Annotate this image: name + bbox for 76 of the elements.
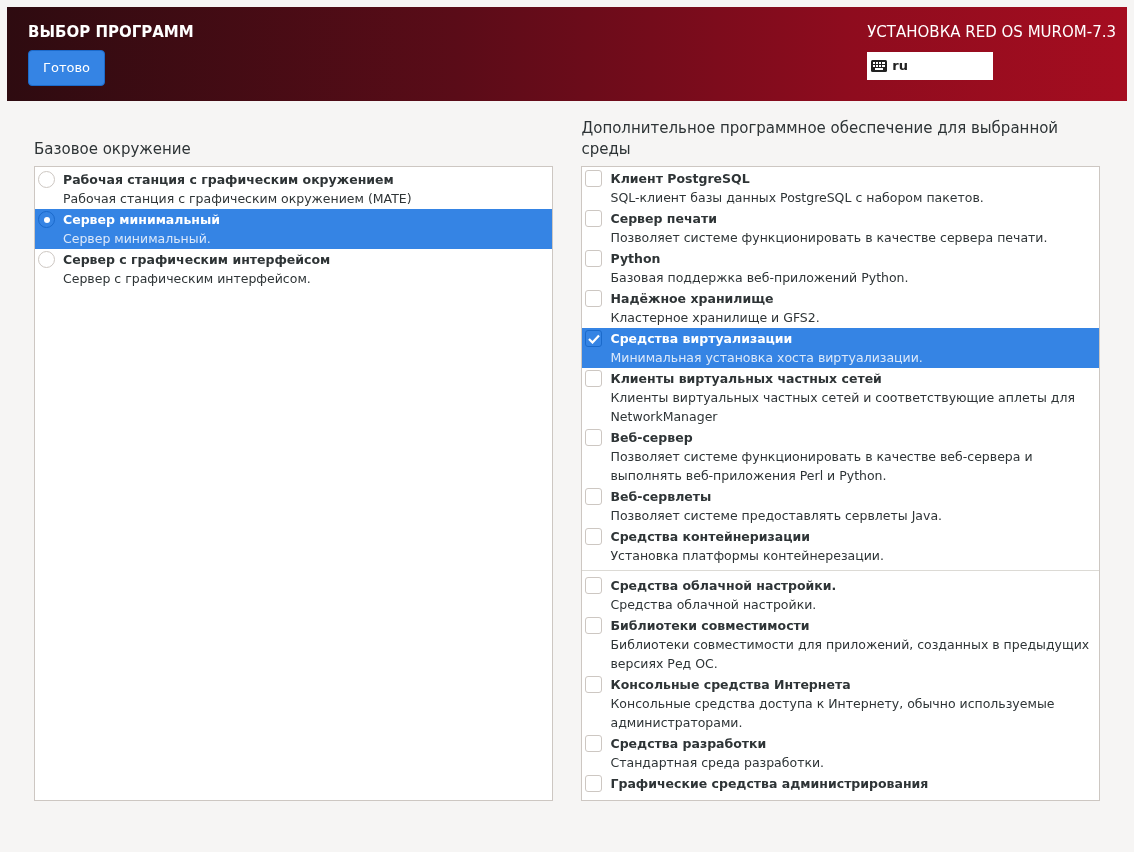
- section-heading: Дополнительное программное обеспечение для выбранной среды: [581, 118, 1060, 160]
- addon-option[interactable]: Консольные средства Интернета Консольные средства доступа к Интернету, обычно используемые администраторами.: [582, 674, 1099, 733]
- keyboard-layout-indicator[interactable]: ru: [867, 51, 994, 80]
- option-name: Клиенты виртуальных частных сетей: [610, 370, 883, 388]
- option-description: Установка платформы контейнерезации.: [610, 547, 884, 565]
- addon-option[interactable]: Клиент PostgreSQL SQL-клиент базы данных PostgreSQL с набором пакетов.: [582, 168, 1099, 208]
- checkmark-icon: [588, 333, 600, 344]
- page-title: ВЫБОР ПРОГРАММ: [28, 22, 194, 43]
- option-name: Надёжное хранилище: [610, 290, 775, 308]
- option-name: Средства облачной настройки.: [610, 577, 837, 595]
- option-description: Клиенты виртуальных частных сетей и соответствующие аплеты для NetworkManager: [610, 389, 1076, 426]
- addon-option[interactable]: Средства контейнеризации Установка платформы контейнерезации.: [582, 526, 1099, 566]
- done-button[interactable]: Готово: [28, 49, 106, 86]
- option-description: Позволяет системе функционировать в качестве сервера печати.: [610, 229, 1048, 247]
- environment-option[interactable]: Рабочая станция с графическим окружением Рабочая станция с графическим окружением (MATE): [35, 169, 553, 209]
- option-description: Рабочая станция с графическим окружением (MATE): [63, 190, 412, 208]
- layout-code: ru: [892, 56, 908, 75]
- checkbox[interactable]: [585, 210, 603, 227]
- option-name: Средства виртуализации: [610, 330, 794, 348]
- option-description: Кластерное хранилище и GFS2.: [610, 309, 820, 327]
- addon-option[interactable]: Графические средства администрирования: [582, 773, 1099, 794]
- addon-option[interactable]: Средства облачной настройки. Средства облачной настройки.: [582, 575, 1099, 615]
- checkbox[interactable]: [585, 429, 603, 446]
- addon-option[interactable]: Библиотеки совместимости Библиотеки совместимости для приложений, созданных в предыдущих версиях Ред ОС.: [582, 615, 1099, 674]
- option-name: Веб-сервер: [610, 429, 694, 447]
- checkbox[interactable]: [585, 577, 603, 594]
- checkbox[interactable]: [585, 370, 603, 387]
- checkbox[interactable]: [585, 735, 603, 752]
- option-name: Средства разработки: [610, 735, 768, 753]
- option-name: Веб-сервлеты: [610, 488, 713, 506]
- option-name: Сервер печати: [610, 210, 718, 228]
- checkbox[interactable]: [585, 617, 603, 634]
- option-name: Библиотеки совместимости: [610, 617, 811, 635]
- addon-option[interactable]: Средства разработки Стандартная среда разработки.: [582, 733, 1099, 773]
- option-description: Библиотеки совместимости для приложений, созданных в предыдущих версиях Ред ОС.: [610, 636, 1091, 673]
- checkbox[interactable]: [585, 330, 603, 347]
- option-description: SQL-клиент базы данных PostgreSQL с набором пакетов.: [610, 189, 984, 207]
- checkbox[interactable]: [585, 250, 603, 267]
- option-name: Рабочая станция с графическим окружением: [63, 171, 395, 189]
- addon-option[interactable]: Сервер печати Позволяет системе функционировать в качестве сервера печати.: [582, 208, 1099, 248]
- option-name: Сервер с графическим интерфейсом: [63, 251, 331, 269]
- option-description: Сервер минимальный.: [63, 230, 212, 248]
- environment-option[interactable]: Сервер минимальный Сервер минимальный.: [35, 209, 553, 249]
- checkbox[interactable]: [585, 528, 603, 545]
- option-name: Средства контейнеризации: [610, 528, 812, 546]
- option-name: Консольные средства Интернета: [610, 676, 852, 694]
- option-description: Стандартная среда разработки.: [610, 754, 825, 772]
- option-description: Позволяет системе функционировать в качестве веб-сервера и выполнять веб-приложения Perl и Python.: [610, 448, 1034, 485]
- checkbox[interactable]: [585, 488, 603, 505]
- addon-option[interactable]: Python Базовая поддержка веб-приложений Python.: [582, 248, 1099, 288]
- checkbox[interactable]: [585, 170, 603, 187]
- product-title: УСТАНОВКА RED OS MUROM-7.3: [867, 22, 1116, 43]
- keyboard-icon: [871, 59, 888, 72]
- section-heading: Базовое окружение: [34, 138, 191, 160]
- radio-button[interactable]: [38, 211, 55, 228]
- option-description: Позволяет системе предоставлять сервлеты Java.: [610, 507, 943, 525]
- option-name: Графические средства администрирования: [610, 775, 929, 793]
- checkbox[interactable]: [585, 290, 603, 307]
- addon-option[interactable]: Веб-сервер Позволяет системе функционировать в качестве веб-сервера и выполнять веб-приложения Perl и Python.: [582, 427, 1099, 486]
- addon-option[interactable]: Средства виртуализации Минимальная установка хоста виртуализации.: [582, 328, 1099, 368]
- option-name: Клиент PostgreSQL: [610, 170, 751, 188]
- option-description: Базовая поддержка веб-приложений Python.: [610, 269, 909, 287]
- radio-button[interactable]: [38, 171, 55, 188]
- environment-option[interactable]: Сервер с графическим интерфейсом Сервер с графическим интерфейсом.: [35, 249, 553, 289]
- option-description: Консольные средства доступа к Интернету, обычно используемые администраторами.: [610, 695, 1056, 732]
- option-name: Сервер минимальный: [63, 211, 221, 229]
- checkbox[interactable]: [585, 676, 603, 693]
- option-name: Python: [610, 250, 662, 268]
- option-description: Средства облачной настройки.: [610, 596, 818, 614]
- option-description: Сервер с графическим интерфейсом.: [63, 270, 312, 288]
- addon-option[interactable]: Веб-сервлеты Позволяет системе предоставлять сервлеты Java.: [582, 486, 1099, 526]
- addon-option[interactable]: Надёжное хранилище Кластерное хранилище и GFS2.: [582, 288, 1099, 328]
- checkbox[interactable]: [585, 775, 603, 792]
- addon-option[interactable]: Клиенты виртуальных частных сетей Клиенты виртуальных частных сетей и соответствующие аплеты для NetworkManager: [582, 368, 1099, 427]
- option-description: Минимальная установка хоста виртуализации.: [610, 349, 923, 367]
- radio-button[interactable]: [38, 251, 55, 268]
